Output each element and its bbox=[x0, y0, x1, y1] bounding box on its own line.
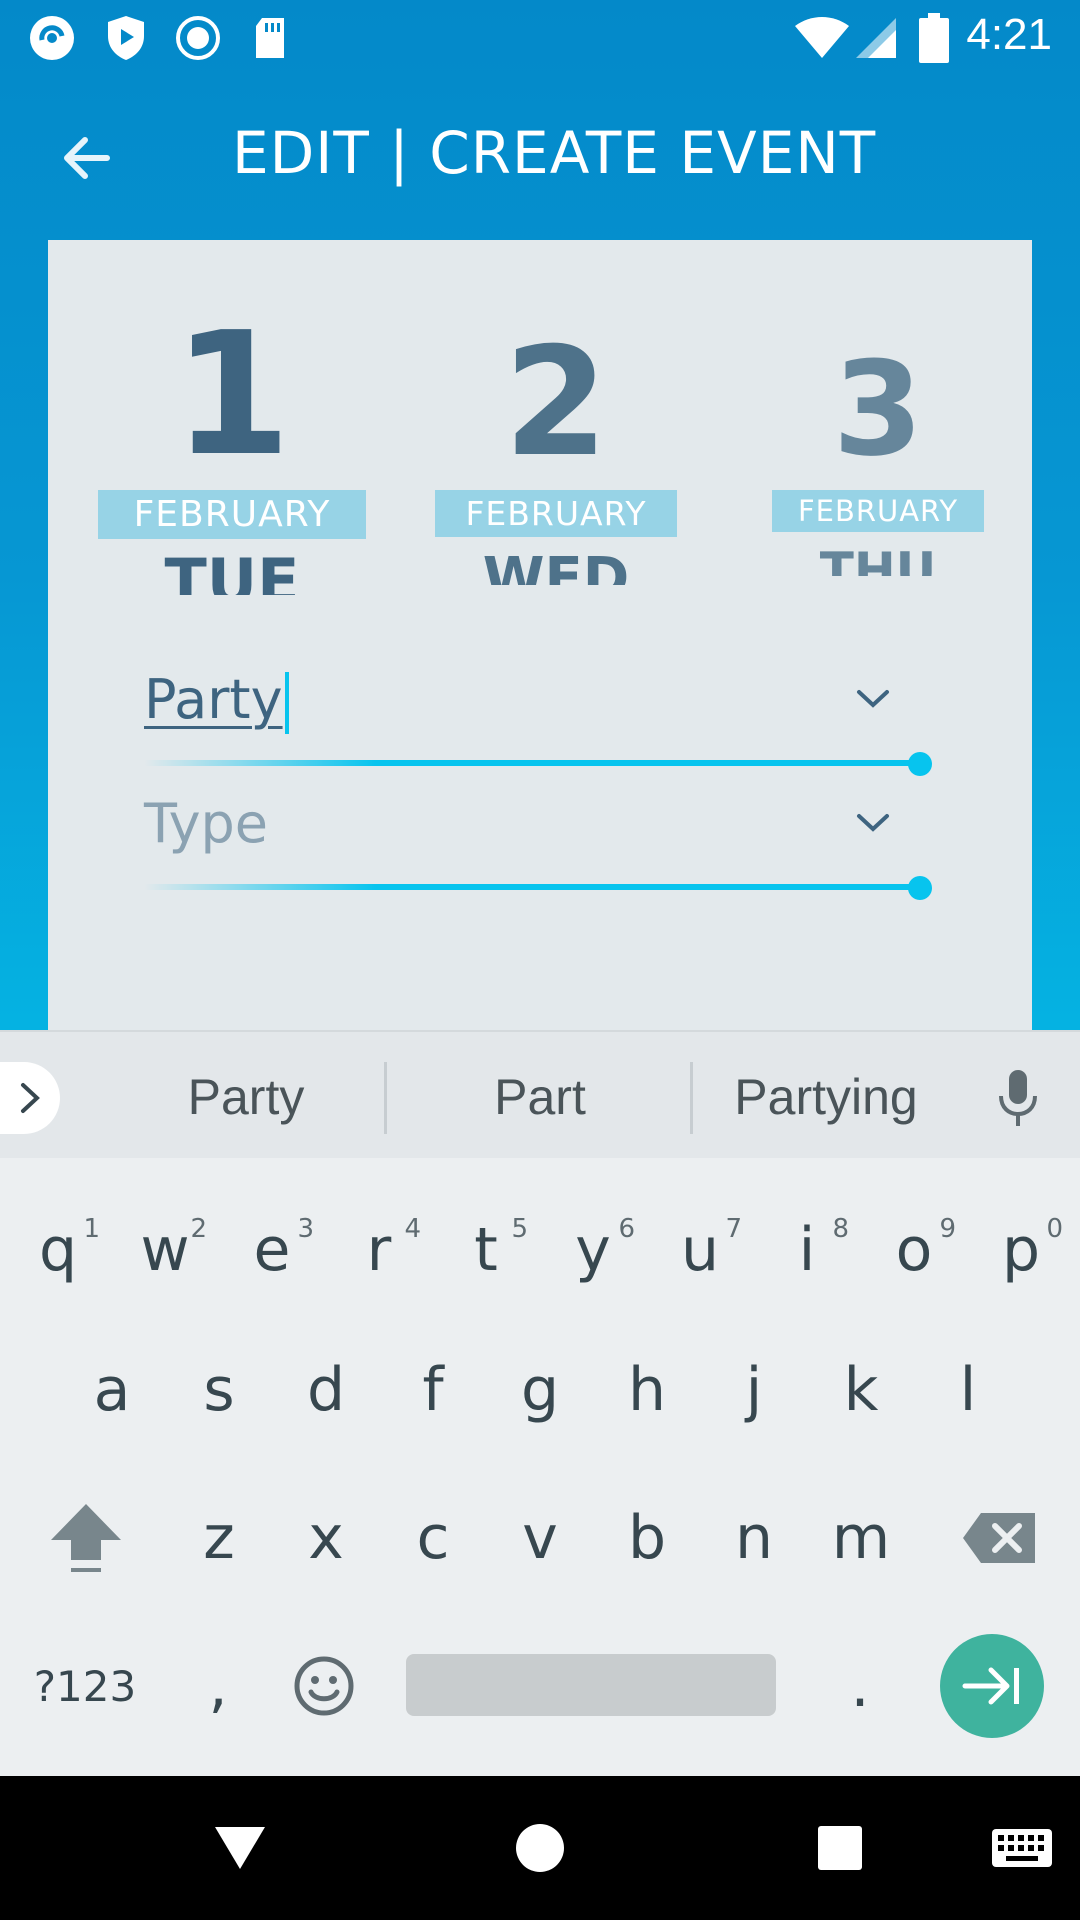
suggestion-divider bbox=[690, 1062, 693, 1134]
chevron-right-icon bbox=[21, 1083, 40, 1113]
arrow-back-icon bbox=[64, 137, 110, 179]
key-w[interactable]: w2 bbox=[115, 1190, 215, 1310]
nav-back-triangle-icon bbox=[215, 1827, 265, 1869]
event-name-input[interactable]: Party bbox=[144, 668, 289, 735]
key-t[interactable]: t5 bbox=[436, 1190, 536, 1310]
date-weekday: WED bbox=[482, 551, 630, 585]
key-h[interactable]: h bbox=[597, 1330, 697, 1450]
nav-home-circle-icon bbox=[516, 1824, 564, 1872]
key-u[interactable]: u7 bbox=[650, 1190, 750, 1310]
shift-arrow-icon bbox=[51, 1504, 121, 1572]
field-underline-dot bbox=[908, 876, 932, 900]
shield-play-icon bbox=[102, 14, 150, 62]
key-m[interactable]: m bbox=[811, 1478, 911, 1598]
chevron-down-icon bbox=[857, 690, 889, 708]
date-day-number: 2 bbox=[503, 316, 609, 490]
space-bar[interactable] bbox=[406, 1654, 776, 1716]
nav-home-button[interactable] bbox=[502, 1810, 578, 1886]
clock: 4:21 bbox=[966, 10, 1052, 59]
back-button[interactable] bbox=[52, 125, 118, 191]
suggestion-divider bbox=[384, 1062, 387, 1134]
key-y[interactable]: y6 bbox=[543, 1190, 643, 1310]
event-type-dropdown-button[interactable] bbox=[834, 784, 912, 862]
nav-recents-button[interactable] bbox=[802, 1810, 878, 1886]
key-o[interactable]: o9 bbox=[864, 1190, 964, 1310]
field-underline bbox=[144, 884, 918, 890]
suggestion-2[interactable]: Part bbox=[390, 1068, 690, 1126]
key-j[interactable]: j bbox=[704, 1330, 804, 1450]
key-v[interactable]: v bbox=[490, 1478, 590, 1598]
key-s[interactable]: s bbox=[169, 1330, 269, 1450]
event-type-field[interactable]: Type bbox=[144, 784, 1004, 900]
date-month: FEBRUARY bbox=[435, 490, 677, 537]
key-p[interactable]: p0 bbox=[971, 1190, 1071, 1310]
battery-icon bbox=[912, 13, 956, 63]
date-option-3[interactable]: 3 FEBRUARY THU bbox=[772, 344, 984, 576]
key-a[interactable]: a bbox=[62, 1330, 162, 1450]
suggestion-3[interactable]: Partying bbox=[696, 1068, 956, 1126]
event-name-field[interactable]: Party bbox=[144, 660, 1004, 776]
date-option-2[interactable]: 2 FEBRUARY WED bbox=[434, 328, 678, 585]
key-r[interactable]: r4 bbox=[329, 1190, 429, 1310]
key-e[interactable]: e3 bbox=[222, 1190, 322, 1310]
date-month: FEBRUARY bbox=[98, 490, 366, 539]
nav-recents-square-icon bbox=[818, 1826, 862, 1870]
date-option-1[interactable]: 1 FEBRUARY TUE bbox=[96, 310, 368, 595]
keyboard-icon bbox=[992, 1829, 1052, 1867]
field-underline-dot bbox=[908, 752, 932, 776]
status-bar: 4:21 bbox=[0, 0, 1080, 75]
text-cursor bbox=[284, 672, 289, 735]
key-l[interactable]: l bbox=[918, 1330, 1018, 1450]
key-b[interactable]: b bbox=[597, 1478, 697, 1598]
event-form-card: 1 FEBRUARY TUE 2 FEBRUARY WED 3 FEBRUARY… bbox=[48, 240, 1032, 1030]
keyboard-switch-button[interactable] bbox=[980, 1810, 1064, 1886]
key-x[interactable]: x bbox=[276, 1478, 376, 1598]
nav-back-button[interactable] bbox=[202, 1810, 278, 1886]
app-bar: EDIT | CREATE EVENT bbox=[0, 75, 1080, 240]
backspace-icon bbox=[963, 1513, 1035, 1563]
shift-key[interactable] bbox=[36, 1478, 136, 1598]
chevron-down-icon bbox=[857, 814, 889, 832]
emoji-smile-icon bbox=[294, 1656, 354, 1716]
suggestion-expand-button[interactable] bbox=[0, 1062, 60, 1134]
app-logo-icon bbox=[28, 14, 76, 62]
key-i[interactable]: i8 bbox=[757, 1190, 857, 1310]
page-title: EDIT | CREATE EVENT bbox=[232, 119, 877, 187]
key-q[interactable]: q1 bbox=[8, 1190, 108, 1310]
event-name-value: Party bbox=[144, 668, 283, 731]
event-name-dropdown-button[interactable] bbox=[834, 660, 912, 738]
date-month: FEBRUARY bbox=[772, 490, 984, 532]
symbols-key[interactable]: ?123 bbox=[20, 1626, 150, 1746]
wifi-icon bbox=[792, 14, 852, 62]
date-day-number: 3 bbox=[832, 333, 924, 485]
record-icon bbox=[174, 14, 222, 62]
voice-input-button[interactable] bbox=[990, 1066, 1046, 1130]
event-type-input[interactable]: Type bbox=[144, 792, 268, 855]
date-day-number: 1 bbox=[172, 296, 292, 494]
date-weekday: TUE bbox=[164, 551, 300, 595]
keyboard-suggestion-strip: Party Part Partying bbox=[0, 1030, 1080, 1158]
key-d[interactable]: d bbox=[276, 1330, 376, 1450]
key-f[interactable]: f bbox=[383, 1330, 483, 1450]
key-g[interactable]: g bbox=[490, 1330, 590, 1450]
key-n[interactable]: n bbox=[704, 1478, 804, 1598]
key-z[interactable]: z bbox=[169, 1478, 269, 1598]
key-k[interactable]: k bbox=[811, 1330, 911, 1450]
emoji-key[interactable] bbox=[274, 1626, 374, 1746]
comma-key[interactable]: , bbox=[168, 1626, 268, 1746]
next-field-button[interactable] bbox=[940, 1634, 1044, 1738]
key-c[interactable]: c bbox=[383, 1478, 483, 1598]
backspace-key[interactable] bbox=[944, 1478, 1054, 1598]
soft-keyboard: q1 w2 e3 r4 t5 y6 u7 i8 o9 p0 a s d f g … bbox=[0, 1158, 1080, 1776]
signal-icon bbox=[852, 14, 900, 62]
system-navigation-bar bbox=[0, 1776, 1080, 1920]
tab-next-icon bbox=[962, 1667, 1019, 1705]
microphone-icon bbox=[999, 1070, 1037, 1126]
sd-card-icon bbox=[246, 14, 294, 62]
period-key[interactable]: . bbox=[810, 1626, 910, 1746]
date-weekday: THU bbox=[819, 546, 937, 576]
suggestion-1[interactable]: Party bbox=[96, 1068, 396, 1126]
field-underline bbox=[144, 760, 918, 766]
